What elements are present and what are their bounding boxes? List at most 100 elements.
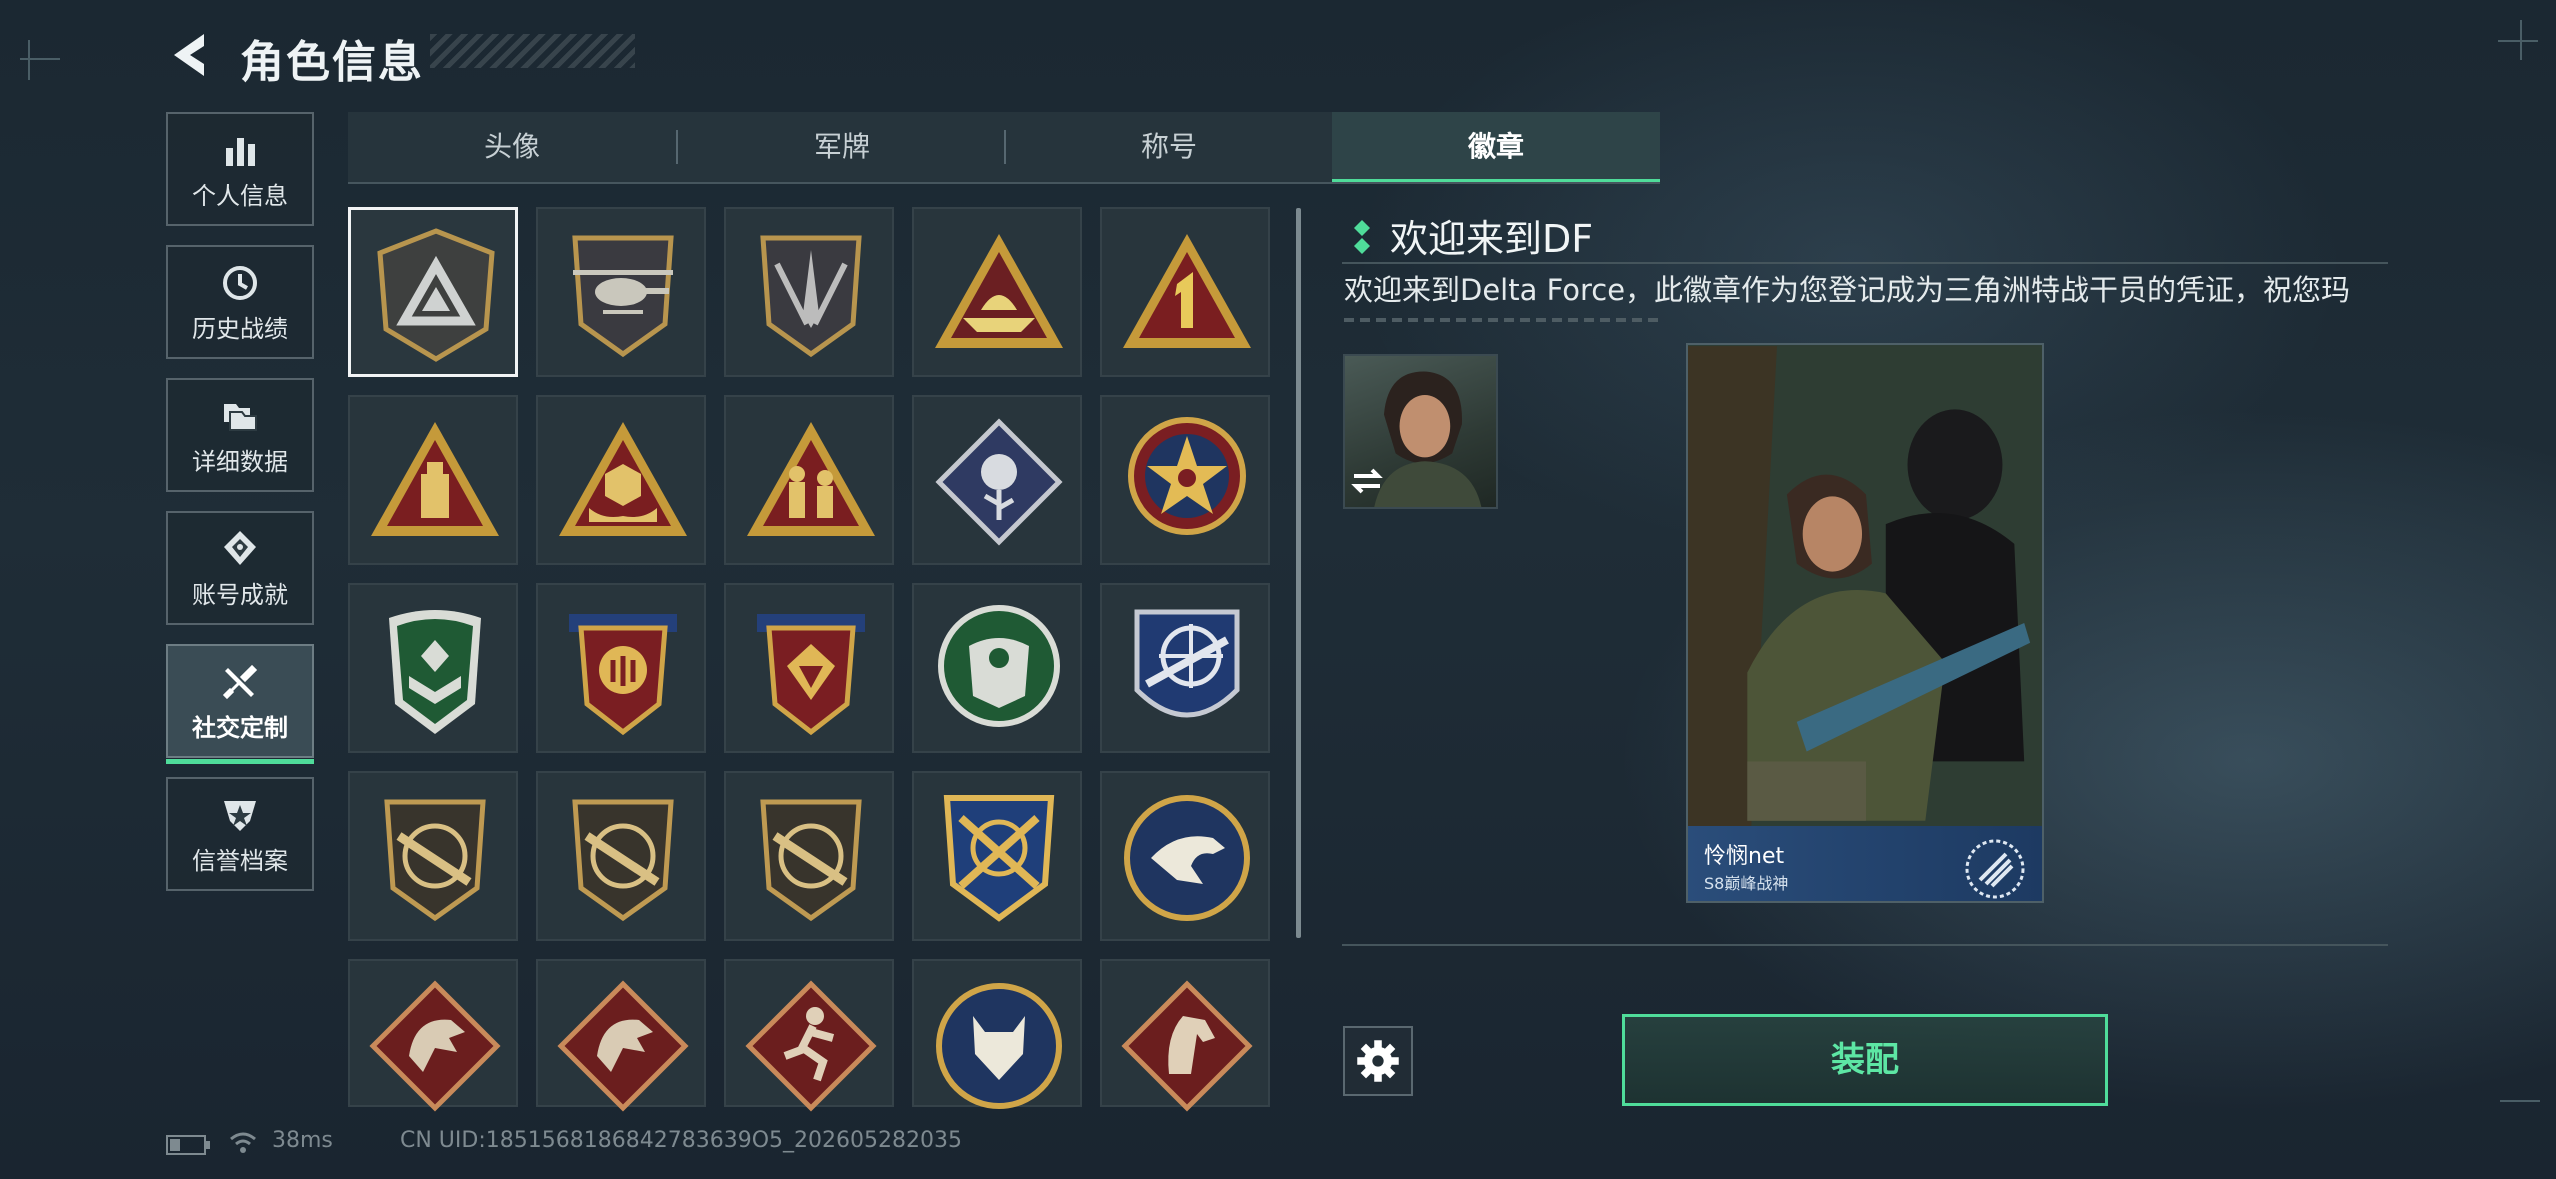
folders-icon [224, 404, 257, 431]
boat-triangle-icon [935, 234, 1063, 348]
badge-cell[interactable] [348, 583, 518, 753]
badge-cell[interactable] [1100, 771, 1270, 941]
dice-hands-triangle-icon [559, 422, 687, 536]
bar-chart-icon [226, 138, 255, 166]
badge-cell[interactable] [348, 771, 518, 941]
badge-grid-scrollbar[interactable] [1296, 208, 1301, 938]
sidebar-item-reputation[interactable]: 信誉档案 [166, 777, 314, 891]
sidebar-item-label: 个人信息 [192, 182, 288, 210]
tab-badge[interactable]: 徽章 [1332, 112, 1660, 182]
badge-cell[interactable] [536, 959, 706, 1112]
badge-cell[interactable] [724, 583, 894, 753]
red-rank-shield-icon [569, 614, 677, 736]
badge-cell[interactable] [724, 395, 894, 565]
description-scroll-indicator [1344, 318, 1664, 322]
badge-cell[interactable] [1100, 583, 1270, 753]
corner-marker [2500, 1100, 2540, 1102]
badge-cell[interactable] [912, 207, 1082, 377]
shield-star-icon [224, 801, 256, 831]
history-icon [223, 266, 257, 300]
badge-cell[interactable] [348, 395, 518, 565]
tab-avatar[interactable]: 头像 [348, 112, 676, 182]
tab-dogtag[interactable]: 军牌 [678, 112, 1006, 182]
wolf-circle-icon [936, 983, 1062, 1109]
corner-marker [20, 58, 60, 60]
corner-marker [28, 40, 30, 80]
tools-icon [222, 664, 258, 700]
operator-artwork-icon [1688, 346, 2042, 900]
usb-triangle-icon [371, 422, 499, 536]
star-circle-icon [1128, 417, 1246, 535]
operator-name: 怜悯net [1704, 844, 1785, 869]
back-arrow-icon[interactable] [168, 30, 212, 80]
sidebar-item-achievements[interactable]: 账号成就 [166, 511, 314, 625]
sidebar-item-label: 信誉档案 [192, 847, 288, 875]
green-armor-circle-icon [938, 605, 1060, 727]
rank-emblem-icon [1965, 839, 2025, 899]
diamond-marker-icon [1354, 220, 1370, 254]
sidebar-item-label: 账号成就 [192, 581, 288, 609]
rifle-shield-icon [572, 799, 674, 922]
rifle-shield-icon [760, 799, 862, 922]
badge-cell[interactable] [348, 207, 518, 377]
sidebar-item-personal-info[interactable]: 个人信息 [166, 112, 314, 226]
green-rank-shield-icon [389, 610, 481, 734]
horse-diamond-icon [1121, 980, 1253, 1112]
badge-cell[interactable] [912, 959, 1082, 1109]
medal-icon [224, 531, 256, 565]
sidebar-item-label: 社交定制 [192, 714, 288, 742]
rifle-shield-icon [384, 799, 486, 922]
wifi-icon [230, 1132, 256, 1153]
badge-cell[interactable] [1100, 207, 1270, 377]
equip-button[interactable]: 装配 [1622, 1014, 2108, 1106]
triangle-emblem-icon [377, 228, 495, 362]
soldiers-triangle-icon [747, 422, 875, 536]
eagle-circle-icon [1124, 795, 1250, 921]
rose-diamond-icon [935, 418, 1063, 546]
ping-readout: 38ms [272, 1128, 333, 1153]
badge-cell[interactable] [536, 207, 706, 377]
badge-cell[interactable] [912, 583, 1082, 753]
battery-icon [166, 1135, 210, 1155]
dragon-diamond-icon [369, 980, 501, 1112]
divider [1342, 944, 2388, 946]
page-title: 角色信息 [240, 37, 424, 88]
gear-icon [1357, 1040, 1399, 1082]
sidebar-item-label: 历史战绩 [192, 315, 288, 343]
badge-cell[interactable] [1100, 395, 1270, 565]
sidebar-item-detailed-data[interactable]: 详细数据 [166, 378, 314, 492]
badge-cell[interactable] [724, 207, 894, 377]
corner-marker [2498, 40, 2538, 42]
badge-cell[interactable] [348, 959, 518, 1112]
helicopter-emblem-icon [572, 235, 674, 358]
divider [1342, 262, 2388, 264]
operator-card-preview [1686, 343, 2044, 903]
blue-sniper-shield-icon [1134, 609, 1240, 718]
sidebar-item-history[interactable]: 历史战绩 [166, 245, 314, 359]
red-gem-shield-icon [757, 614, 865, 736]
swap-icon[interactable] [1350, 464, 1384, 498]
badge-cell[interactable] [912, 771, 1082, 941]
sidebar-item-social-custom[interactable]: 社交定制 [166, 644, 314, 764]
number-one-triangle-icon [1123, 234, 1251, 348]
active-indicator [166, 759, 314, 764]
badge-cell[interactable] [1100, 959, 1270, 1112]
settings-button[interactable] [1343, 1026, 1413, 1096]
dagger-shield-icon [760, 235, 862, 358]
tab-title[interactable]: 称号 [1006, 112, 1332, 182]
sidebar-item-label: 详细数据 [192, 448, 288, 476]
badge-cell[interactable] [536, 395, 706, 565]
user-uid: CN UID:1851568186842783639O5_20260528203… [400, 1128, 962, 1153]
crossed-rifle-crest-icon [943, 795, 1055, 922]
badge-cell[interactable] [536, 583, 706, 753]
badge-description: 欢迎来到Delta Force，此徽章作为您登记成为三角洲特战干员的凭证，祝您玛 [1344, 273, 2351, 307]
title-decoration [430, 34, 635, 68]
badge-cell[interactable] [912, 395, 1082, 565]
badge-title: 欢迎来到DF [1390, 217, 1594, 261]
operator-rank: S8巅峰战神 [1704, 874, 1789, 893]
dragon-diamond-icon [557, 980, 689, 1112]
tab-bar: 头像 军牌 称号 徽章 [348, 112, 1660, 184]
badge-cell[interactable] [536, 771, 706, 941]
badge-cell[interactable] [724, 959, 894, 1112]
badge-cell[interactable] [724, 771, 894, 941]
